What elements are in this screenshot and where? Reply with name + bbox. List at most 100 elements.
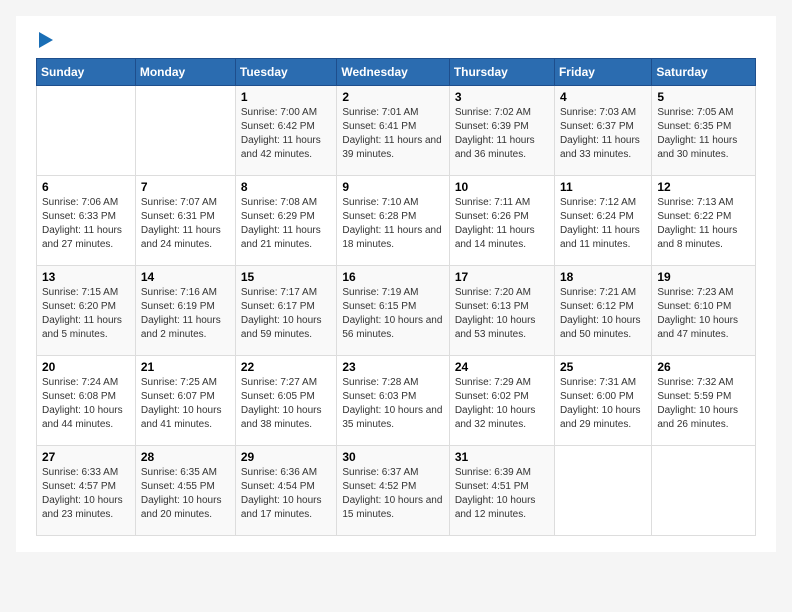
day-number: 7 (141, 180, 230, 194)
calendar-cell: 20 Sunrise: 7:24 AMSunset: 6:08 PMDayligh… (37, 356, 136, 446)
day-info: Sunrise: 7:02 AMSunset: 6:39 PMDaylight:… (455, 106, 549, 162)
day-number: 8 (241, 180, 331, 194)
day-number: 23 (342, 360, 443, 374)
day-info: Sunrise: 7:11 AMSunset: 6:26 PMDaylight:… (455, 196, 549, 252)
weekday-header: Thursday (449, 59, 554, 86)
calendar-cell (135, 86, 235, 176)
day-number: 26 (657, 360, 750, 374)
day-info: Sunrise: 7:01 AMSunset: 6:41 PMDaylight:… (342, 106, 443, 162)
calendar-cell: 27 Sunrise: 6:33 AMSunset: 4:57 PMDayligh… (37, 446, 136, 536)
calendar-cell: 18Sunrise: 7:21 AMSunset: 6:12 PMDayligh… (554, 266, 651, 356)
calendar-week-row: 20 Sunrise: 7:24 AMSunset: 6:08 PMDayligh… (37, 356, 756, 446)
calendar-cell: 28Sunrise: 6:35 AMSunset: 4:55 PMDayligh… (135, 446, 235, 536)
day-number: 16 (342, 270, 443, 284)
day-info: Sunrise: 6:33 AMSunset: 4:57 PMDaylight:… (42, 466, 130, 522)
calendar-week-row: 6 Sunrise: 7:06 AMSunset: 6:33 PMDaylight… (37, 176, 756, 266)
day-number: 31 (455, 450, 549, 464)
day-info: Sunrise: 7:06 AMSunset: 6:33 PMDaylight:… (42, 196, 130, 252)
calendar-cell: 8 Sunrise: 7:08 AMSunset: 6:29 PMDaylight… (235, 176, 336, 266)
day-number: 17 (455, 270, 549, 284)
day-number: 13 (42, 270, 130, 284)
calendar-cell: 19 Sunrise: 7:23 AMSunset: 6:10 PMDayligh… (652, 266, 756, 356)
day-info: Sunrise: 7:15 AMSunset: 6:20 PMDaylight:… (42, 286, 130, 342)
calendar-cell: 1Sunrise: 7:00 AMSunset: 6:42 PMDaylight… (235, 86, 336, 176)
calendar-cell: 6 Sunrise: 7:06 AMSunset: 6:33 PMDaylight… (37, 176, 136, 266)
day-number: 5 (657, 90, 750, 104)
calendar-cell: 21Sunrise: 7:25 AMSunset: 6:07 PMDayligh… (135, 356, 235, 446)
day-number: 15 (241, 270, 331, 284)
calendar-week-row: 1Sunrise: 7:00 AMSunset: 6:42 PMDaylight… (37, 86, 756, 176)
day-number: 3 (455, 90, 549, 104)
weekday-header: Tuesday (235, 59, 336, 86)
calendar-cell: 30 Sunrise: 6:37 AMSunset: 4:52 PMDayligh… (337, 446, 449, 536)
logo-line1 (36, 32, 53, 48)
calendar-cell: 11 Sunrise: 7:12 AMSunset: 6:24 PMDayligh… (554, 176, 651, 266)
calendar-cell: 9Sunrise: 7:10 AMSunset: 6:28 PMDaylight… (337, 176, 449, 266)
calendar-cell: 23 Sunrise: 7:28 AMSunset: 6:03 PMDayligh… (337, 356, 449, 446)
calendar-cell: 22Sunrise: 7:27 AMSunset: 6:05 PMDayligh… (235, 356, 336, 446)
calendar-cell: 16Sunrise: 7:19 AMSunset: 6:15 PMDayligh… (337, 266, 449, 356)
day-info: Sunrise: 7:25 AMSunset: 6:07 PMDaylight:… (141, 376, 230, 432)
calendar-cell: 7 Sunrise: 7:07 AMSunset: 6:31 PMDaylight… (135, 176, 235, 266)
weekday-header: Saturday (652, 59, 756, 86)
day-number: 27 (42, 450, 130, 464)
calendar-cell (37, 86, 136, 176)
calendar-table: SundayMondayTuesdayWednesdayThursdayFrid… (36, 58, 756, 536)
day-number: 30 (342, 450, 443, 464)
weekday-header: Monday (135, 59, 235, 86)
day-info: Sunrise: 7:10 AMSunset: 6:28 PMDaylight:… (342, 196, 443, 252)
day-info: Sunrise: 7:28 AMSunset: 6:03 PMDaylight:… (342, 376, 443, 432)
day-info: Sunrise: 7:27 AMSunset: 6:05 PMDaylight:… (241, 376, 331, 432)
day-info: Sunrise: 7:03 AMSunset: 6:37 PMDaylight:… (560, 106, 646, 162)
day-number: 20 (42, 360, 130, 374)
calendar-cell: 10Sunrise: 7:11 AMSunset: 6:26 PMDayligh… (449, 176, 554, 266)
calendar-cell: 3 Sunrise: 7:02 AMSunset: 6:39 PMDaylight… (449, 86, 554, 176)
day-number: 12 (657, 180, 750, 194)
day-info: Sunrise: 7:23 AMSunset: 6:10 PMDaylight:… (657, 286, 750, 342)
day-info: Sunrise: 7:07 AMSunset: 6:31 PMDaylight:… (141, 196, 230, 252)
day-number: 6 (42, 180, 130, 194)
calendar-cell: 4 Sunrise: 7:03 AMSunset: 6:37 PMDaylight… (554, 86, 651, 176)
calendar-cell: 13 Sunrise: 7:15 AMSunset: 6:20 PMDayligh… (37, 266, 136, 356)
header (36, 32, 756, 48)
calendar-container: SundayMondayTuesdayWednesdayThursdayFrid… (16, 16, 776, 552)
day-info: Sunrise: 7:29 AMSunset: 6:02 PMDaylight:… (455, 376, 549, 432)
day-info: Sunrise: 7:17 AMSunset: 6:17 PMDaylight:… (241, 286, 331, 342)
calendar-cell (652, 446, 756, 536)
day-number: 11 (560, 180, 646, 194)
logo-arrow-icon (39, 32, 53, 48)
calendar-cell: 31 Sunrise: 6:39 AMSunset: 4:51 PMDayligh… (449, 446, 554, 536)
calendar-week-row: 13 Sunrise: 7:15 AMSunset: 6:20 PMDayligh… (37, 266, 756, 356)
calendar-cell: 29Sunrise: 6:36 AMSunset: 4:54 PMDayligh… (235, 446, 336, 536)
day-number: 24 (455, 360, 549, 374)
day-info: Sunrise: 7:20 AMSunset: 6:13 PMDaylight:… (455, 286, 549, 342)
calendar-cell: 24 Sunrise: 7:29 AMSunset: 6:02 PMDayligh… (449, 356, 554, 446)
day-info: Sunrise: 7:32 AMSunset: 5:59 PMDaylight:… (657, 376, 750, 432)
calendar-cell: 12Sunrise: 7:13 AMSunset: 6:22 PMDayligh… (652, 176, 756, 266)
weekday-header: Wednesday (337, 59, 449, 86)
day-info: Sunrise: 7:16 AMSunset: 6:19 PMDaylight:… (141, 286, 230, 342)
day-info: Sunrise: 6:39 AMSunset: 4:51 PMDaylight:… (455, 466, 549, 522)
day-number: 25 (560, 360, 646, 374)
day-info: Sunrise: 7:31 AMSunset: 6:00 PMDaylight:… (560, 376, 646, 432)
day-info: Sunrise: 7:00 AMSunset: 6:42 PMDaylight:… (241, 106, 331, 162)
logo (36, 32, 53, 48)
weekday-header: Sunday (37, 59, 136, 86)
day-number: 14 (141, 270, 230, 284)
calendar-cell: 26 Sunrise: 7:32 AMSunset: 5:59 PMDayligh… (652, 356, 756, 446)
day-info: Sunrise: 6:37 AMSunset: 4:52 PMDaylight:… (342, 466, 443, 522)
day-info: Sunrise: 7:12 AMSunset: 6:24 PMDaylight:… (560, 196, 646, 252)
day-number: 4 (560, 90, 646, 104)
calendar-cell: 25 Sunrise: 7:31 AMSunset: 6:00 PMDayligh… (554, 356, 651, 446)
weekday-header-row: SundayMondayTuesdayWednesdayThursdayFrid… (37, 59, 756, 86)
day-info: Sunrise: 7:05 AMSunset: 6:35 PMDaylight:… (657, 106, 750, 162)
weekday-header: Friday (554, 59, 651, 86)
day-info: Sunrise: 7:08 AMSunset: 6:29 PMDaylight:… (241, 196, 331, 252)
calendar-cell: 15 Sunrise: 7:17 AMSunset: 6:17 PMDayligh… (235, 266, 336, 356)
calendar-cell: 17 Sunrise: 7:20 AMSunset: 6:13 PMDayligh… (449, 266, 554, 356)
day-info: Sunrise: 6:35 AMSunset: 4:55 PMDaylight:… (141, 466, 230, 522)
day-info: Sunrise: 7:24 AMSunset: 6:08 PMDaylight:… (42, 376, 130, 432)
day-info: Sunrise: 7:21 AMSunset: 6:12 PMDaylight:… (560, 286, 646, 342)
calendar-cell: 14 Sunrise: 7:16 AMSunset: 6:19 PMDayligh… (135, 266, 235, 356)
day-number: 19 (657, 270, 750, 284)
